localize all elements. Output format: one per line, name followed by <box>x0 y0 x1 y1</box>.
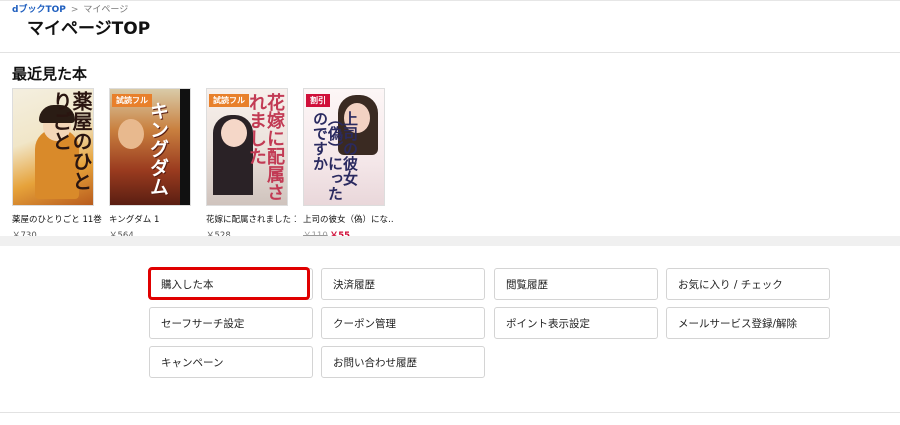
book-cover[interactable]: 試読フル キングダム <box>109 88 191 206</box>
mail-service-button[interactable]: メールサービス登録/解除 <box>666 307 830 339</box>
favorites-check-button[interactable]: お気に入り / チェック <box>666 268 830 300</box>
coupon-management-button[interactable]: クーポン管理 <box>321 307 485 339</box>
book-title[interactable]: 花嫁に配属されました 1 <box>206 213 296 225</box>
header-divider <box>0 52 900 53</box>
trial-badge: 試読フル <box>112 94 152 107</box>
book-cover[interactable]: 薬屋のひとりごと <box>12 88 94 206</box>
section-separator <box>0 236 900 246</box>
page-title: マイページTOP <box>27 19 151 39</box>
trial-badge: 試読フル <box>209 94 249 107</box>
safe-search-settings-button[interactable]: セーフサーチ設定 <box>149 307 313 339</box>
cover-title: 花嫁に配属されました <box>246 93 285 201</box>
top-border <box>0 0 900 1</box>
point-display-settings-button[interactable]: ポイント表示設定 <box>494 307 658 339</box>
campaign-button[interactable]: キャンペーン <box>149 346 313 378</box>
recent-books-heading: 最近見た本 <box>12 65 88 83</box>
book-item[interactable]: 試読フル キングダム キングダム 1 ￥564 <box>109 88 205 241</box>
payment-history-button[interactable]: 決済履歴 <box>321 268 485 300</box>
cover-title: 薬屋のひとりごと <box>49 91 93 191</box>
recent-books-list: 薬屋のひとりごと 薬屋のひとりごと 11巻 ￥730 試読フル キングダム キン… <box>0 88 900 241</box>
cover-title: 上司の彼女（偽）にったのですか <box>311 111 359 201</box>
book-item[interactable]: 割引 上司の彼女（偽）にったのですか 上司の彼女（偽）にな… ￥110￥55 <box>303 88 399 241</box>
cover-title: キングダム <box>147 101 169 196</box>
bottom-divider <box>0 412 900 413</box>
book-title[interactable]: キングダム 1 <box>109 213 199 225</box>
book-item[interactable]: 薬屋のひとりごと 薬屋のひとりごと 11巻 ￥730 <box>12 88 108 241</box>
discount-badge: 割引 <box>306 94 330 107</box>
book-cover[interactable]: 試読フル 花嫁に配属されました <box>206 88 288 206</box>
browse-history-button[interactable]: 閲覧履歴 <box>494 268 658 300</box>
purchased-books-button[interactable]: 購入した本 <box>149 268 313 300</box>
book-title[interactable]: 上司の彼女（偽）にな… <box>303 213 393 225</box>
book-cover[interactable]: 割引 上司の彼女（偽）にったのですか <box>303 88 385 206</box>
book-title[interactable]: 薬屋のひとりごと 11巻 <box>12 213 102 225</box>
book-item[interactable]: 試読フル 花嫁に配属されました 花嫁に配属されました 1 ￥528 <box>206 88 302 241</box>
inquiry-history-button[interactable]: お問い合わせ履歴 <box>321 346 485 378</box>
